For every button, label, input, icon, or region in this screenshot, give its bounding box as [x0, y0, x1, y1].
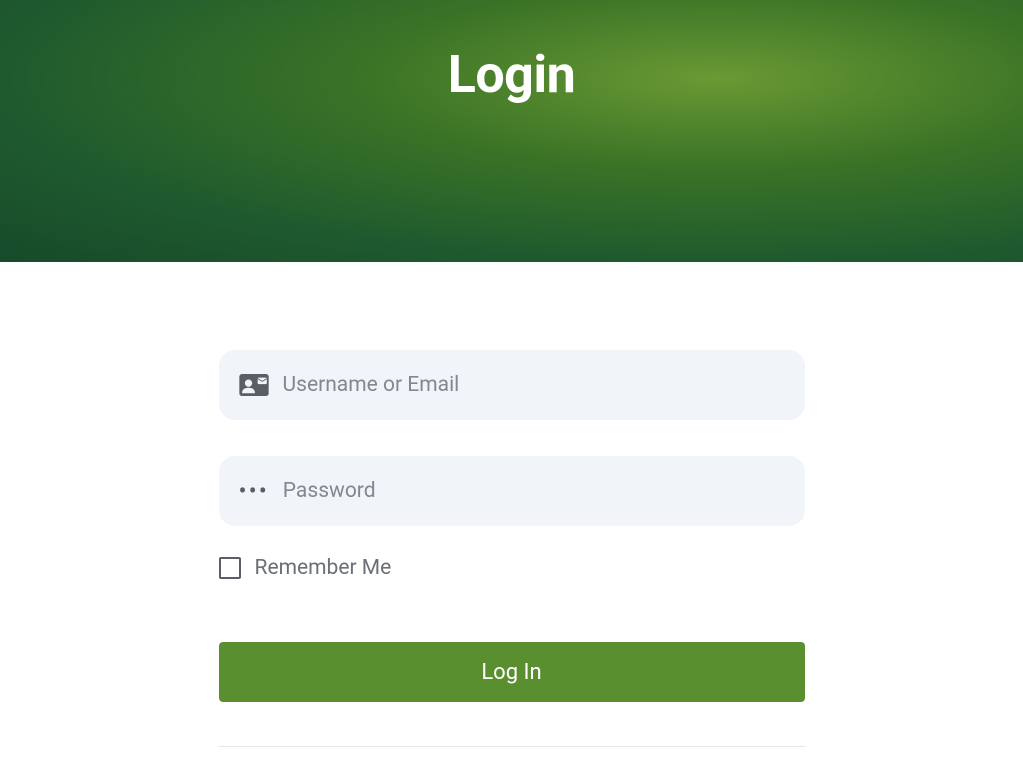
remember-me-checkbox[interactable] — [219, 557, 241, 579]
password-group: ••• — [219, 456, 805, 526]
remember-me-label[interactable]: Remember Me — [255, 556, 392, 580]
password-input[interactable] — [283, 479, 785, 503]
username-group — [219, 350, 805, 420]
login-button[interactable]: Log In — [219, 642, 805, 702]
hero-banner: Login — [0, 0, 1023, 262]
divider — [219, 746, 805, 747]
password-dots-icon: ••• — [239, 479, 269, 503]
remember-me-row: Remember Me — [219, 556, 805, 580]
login-form: ••• Remember Me Log In — [219, 350, 805, 747]
contact-card-icon — [239, 374, 269, 396]
login-form-wrapper: ••• Remember Me Log In — [0, 262, 1023, 747]
page-title: Login — [448, 44, 576, 105]
username-input[interactable] — [283, 373, 785, 397]
